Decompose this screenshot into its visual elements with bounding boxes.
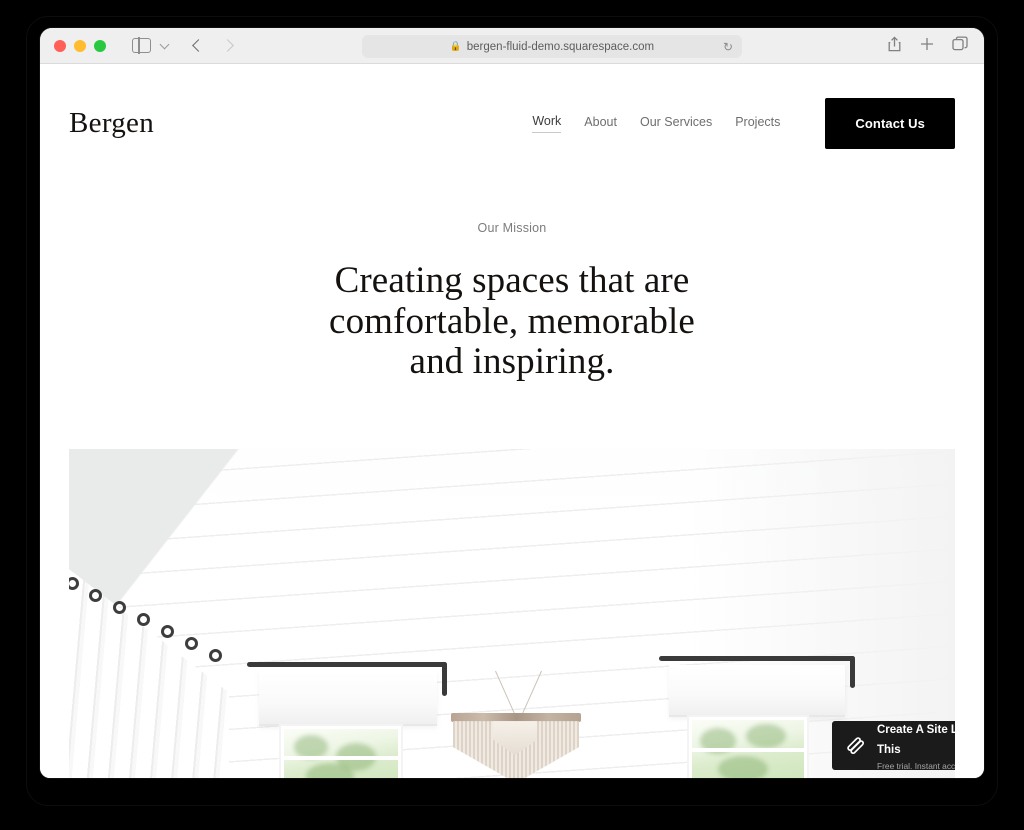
- close-window-button[interactable]: [54, 39, 66, 52]
- curtain-ring: [209, 649, 222, 663]
- header-right: Work About Our Services Projects Contact…: [532, 98, 955, 149]
- roman-shade-right: [669, 665, 845, 718]
- squarespace-promo-title: Create A Site Like This: [877, 724, 955, 757]
- window-right: [689, 717, 807, 778]
- contact-us-button[interactable]: Contact Us: [825, 98, 955, 149]
- back-arrow-icon[interactable]: [192, 39, 205, 52]
- window-controls: [54, 39, 106, 52]
- web-page: Bergen Work About Our Services Projects …: [40, 64, 984, 778]
- mission-eyebrow: Our Mission: [477, 221, 547, 235]
- site-header: Bergen Work About Our Services Projects …: [40, 64, 984, 149]
- curtain-ring: [137, 613, 150, 627]
- toolbar-actions: [887, 28, 968, 64]
- window-left: [281, 726, 401, 778]
- squarespace-promo-subtitle: Free trial. Instant access.: [877, 761, 955, 772]
- curtain-rod-left: [247, 662, 447, 668]
- curtain-rod-right: [659, 656, 855, 662]
- reload-icon[interactable]: ↻: [723, 41, 733, 53]
- url-text: bergen-fluid-demo.squarespace.com: [466, 40, 655, 53]
- nav-item-work[interactable]: Work: [532, 114, 562, 133]
- mission-headline: Creating spaces that are comfortable, me…: [329, 260, 695, 383]
- nav-item-about[interactable]: About: [584, 115, 617, 133]
- site-logo[interactable]: Bergen: [69, 107, 154, 140]
- curtain-ring: [161, 625, 174, 639]
- nav-item-our-services[interactable]: Our Services: [640, 115, 712, 133]
- maximize-window-button[interactable]: [94, 39, 106, 52]
- roman-shade-left: [259, 671, 437, 727]
- minimize-window-button[interactable]: [74, 39, 86, 52]
- squarespace-logo-icon: [845, 735, 866, 756]
- hero-image: Create A Site Like This Free trial. Inst…: [69, 449, 955, 778]
- desktop-background: 🔒 bergen-fluid-demo.squarespace.com ↻ Be…: [0, 0, 1024, 830]
- curtain-ring: [89, 589, 102, 603]
- squarespace-promo-badge[interactable]: Create A Site Like This Free trial. Inst…: [832, 719, 955, 772]
- rod-elbow-right: [850, 656, 855, 689]
- macrame-driftwood: [451, 713, 581, 723]
- curtain-ring: [185, 637, 198, 651]
- rod-elbow-left: [442, 662, 447, 697]
- lock-icon: 🔒: [449, 40, 462, 52]
- tab-overview-icon[interactable]: [952, 36, 968, 56]
- sidebar-toggle-icon[interactable]: [132, 37, 151, 54]
- curtain-ring: [113, 601, 126, 615]
- browser-window: 🔒 bergen-fluid-demo.squarespace.com ↻ Be…: [40, 28, 984, 778]
- address-bar[interactable]: 🔒 bergen-fluid-demo.squarespace.com ↻: [362, 35, 742, 58]
- new-tab-icon[interactable]: [920, 37, 934, 56]
- share-icon[interactable]: [887, 35, 902, 57]
- browser-toolbar: 🔒 bergen-fluid-demo.squarespace.com ↻: [40, 28, 984, 64]
- chevron-down-icon[interactable]: [159, 39, 170, 49]
- mission-section: Our Mission Creating spaces that are com…: [40, 149, 984, 383]
- squarespace-promo-text: Create A Site Like This Free trial. Inst…: [877, 719, 955, 772]
- forward-arrow-icon[interactable]: [221, 39, 234, 52]
- navigation-controls: [106, 37, 234, 54]
- nav-item-projects[interactable]: Projects: [735, 115, 780, 133]
- main-navigation: Work About Our Services Projects: [532, 114, 780, 133]
